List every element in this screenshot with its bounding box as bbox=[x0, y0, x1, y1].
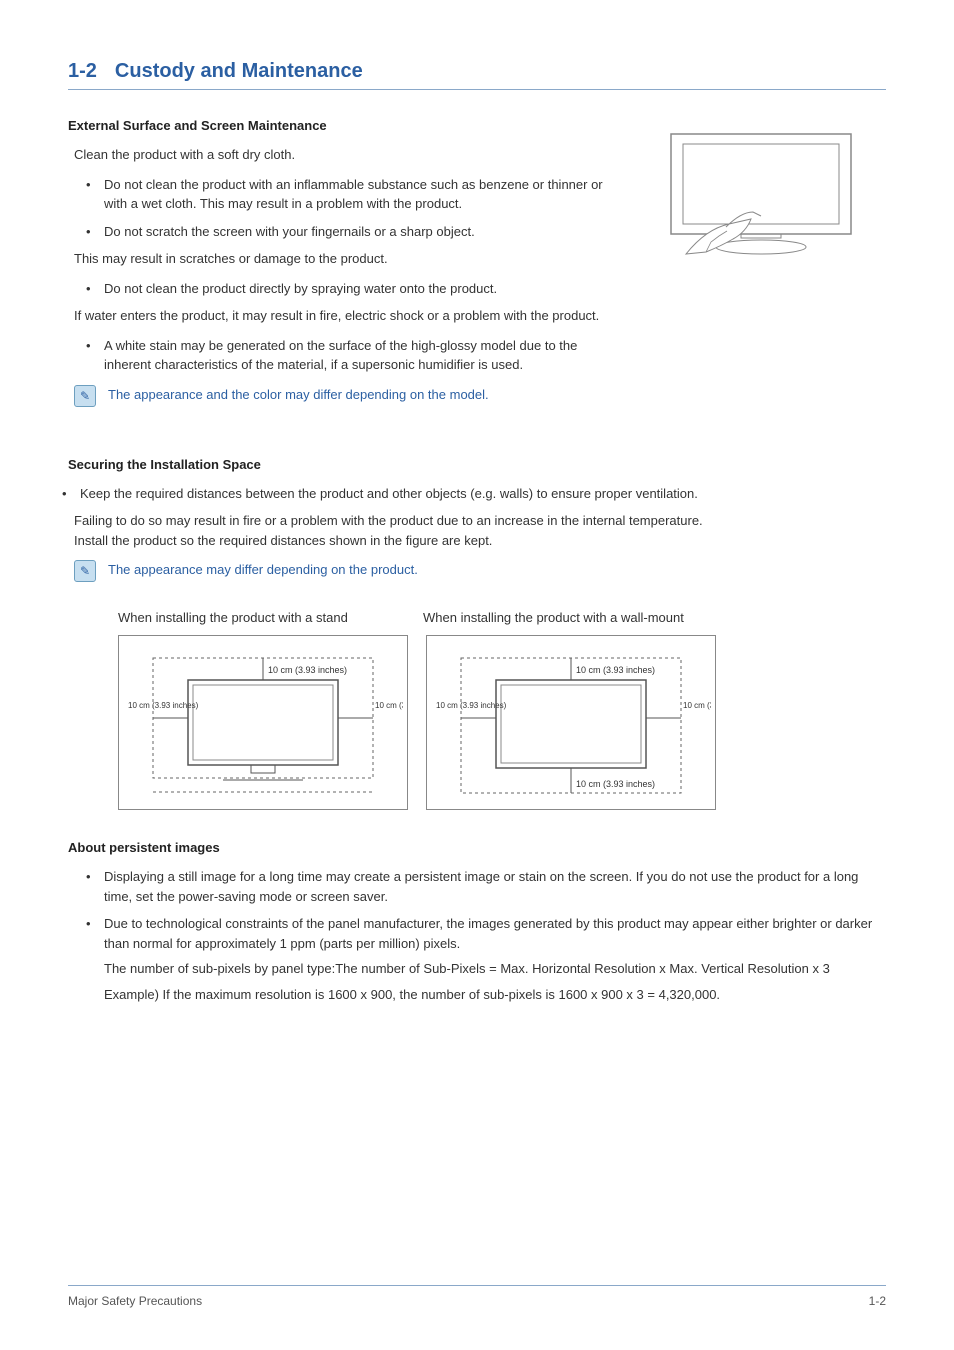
section-title: 1-2 Custody and Maintenance bbox=[68, 60, 886, 90]
bullet: Do not clean the product directly by spr… bbox=[86, 279, 608, 299]
body-text: Example) If the maximum resolution is 16… bbox=[104, 985, 886, 1005]
figure-wallmount: 10 cm (3.93 inches) 10 cm (3.93 inches) … bbox=[426, 635, 716, 810]
note-icon: ✎ bbox=[74, 560, 96, 582]
bullet: Do not scratch the screen with your fing… bbox=[86, 222, 608, 242]
measure-label: 10 cm (3.93 inches) bbox=[268, 665, 347, 675]
footer-right: 1-2 bbox=[869, 1294, 886, 1308]
measure-label: 10 cm (3.93 inches) bbox=[436, 701, 507, 710]
measure-label: 10 cm (3.93 inches) bbox=[576, 665, 655, 675]
measure-label: 10 cm (3.93 inches) bbox=[576, 779, 655, 789]
section-number: 1-2 bbox=[68, 60, 97, 82]
subheading-external: External Surface and Screen Maintenance bbox=[68, 118, 608, 133]
bullet: Do not clean the product with an inflamm… bbox=[86, 175, 608, 214]
note-text: The appearance may differ depending on t… bbox=[108, 560, 418, 580]
body-text: This may result in scratches or damage t… bbox=[74, 249, 608, 269]
cleaning-illustration bbox=[651, 124, 871, 274]
bullet: Displaying a still image for a long time… bbox=[86, 867, 886, 906]
bullet: A white stain may be generated on the su… bbox=[86, 336, 608, 375]
subheading-persistent: About persistent images bbox=[68, 840, 886, 855]
page-footer: Major Safety Precautions 1-2 bbox=[68, 1285, 886, 1308]
body-text: Failing to do so may result in fire or a… bbox=[74, 511, 886, 550]
measure-label: 10 cm (3.93 inches) bbox=[683, 701, 711, 710]
subheading-installation: Securing the Installation Space bbox=[68, 457, 886, 472]
figure-caption: When installing the product with a wall-… bbox=[423, 610, 684, 625]
body-text: The number of sub-pixels by panel type:T… bbox=[104, 959, 886, 979]
note-text: The appearance and the color may differ … bbox=[108, 385, 489, 405]
intro-text: Clean the product with a soft dry cloth. bbox=[74, 145, 608, 165]
measure-label: 10 cm (3.93 inches) bbox=[128, 701, 199, 710]
section-name: Custody and Maintenance bbox=[115, 60, 363, 82]
bullet-text: Due to technological constraints of the … bbox=[104, 916, 872, 951]
measure-label: 10 cm (3.93 inches) bbox=[375, 701, 403, 710]
figure-stand: 10 cm (3.93 inches) 10 cm (3.93 inches) … bbox=[118, 635, 408, 810]
body-text: If water enters the product, it may resu… bbox=[74, 306, 608, 326]
bullet: Due to technological constraints of the … bbox=[86, 914, 886, 1004]
note-icon: ✎ bbox=[74, 385, 96, 407]
footer-left: Major Safety Precautions bbox=[68, 1294, 202, 1308]
figure-caption: When installing the product with a stand bbox=[118, 610, 423, 625]
bullet: Keep the required distances between the … bbox=[62, 484, 886, 504]
